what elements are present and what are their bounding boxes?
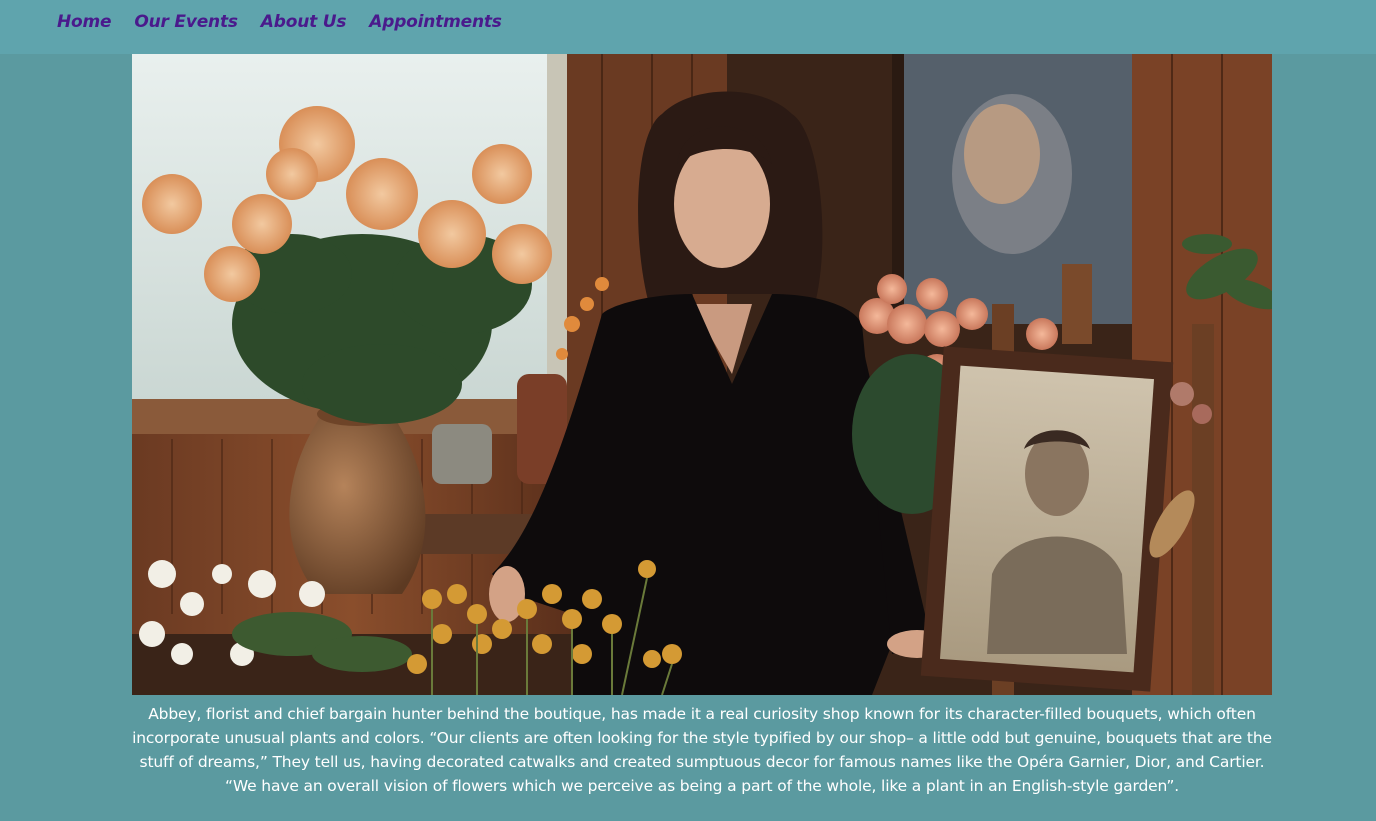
- nav-link-about-us[interactable]: About Us: [261, 12, 347, 32]
- hero-photo-illustration: [132, 54, 1272, 695]
- top-navigation-bar: Home Our Events About Us Appointments: [0, 0, 1376, 54]
- nav-link-appointments[interactable]: Appointments: [369, 12, 502, 32]
- hero-caption: Abbey, florist and chief bargain hunter …: [132, 705, 1272, 795]
- hero-photo: [132, 54, 1272, 695]
- nav-menu: Home Our Events About Us Appointments: [57, 12, 525, 32]
- nav-link-home[interactable]: Home: [57, 12, 112, 32]
- nav-link-our-events[interactable]: Our Events: [134, 12, 238, 32]
